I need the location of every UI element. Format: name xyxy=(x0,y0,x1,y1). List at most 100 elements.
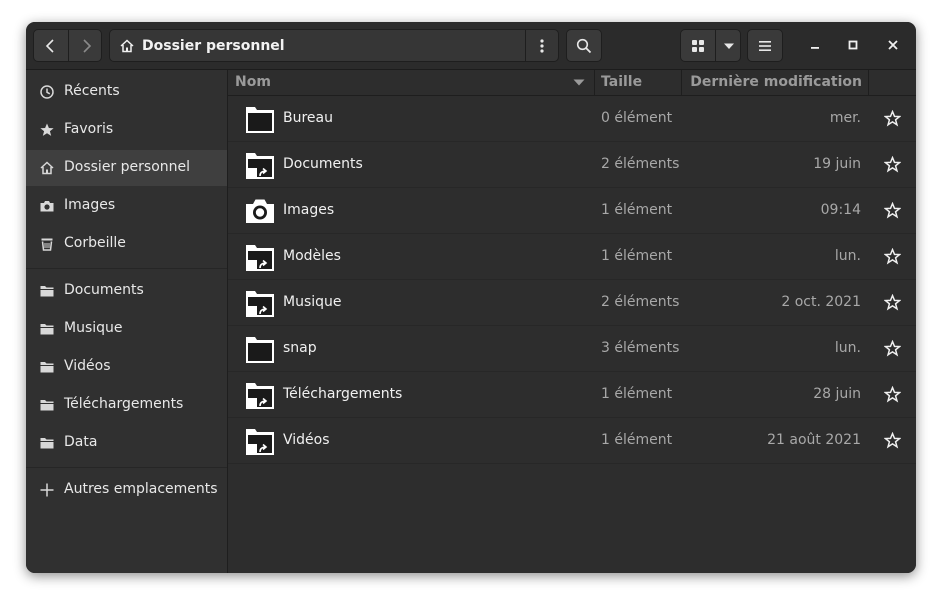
sidebar-item-trash[interactable]: Corbeille xyxy=(26,226,227,262)
back-button[interactable] xyxy=(34,30,68,61)
kebab-menu-icon xyxy=(540,38,544,53)
file-name: Vidéos xyxy=(283,432,330,448)
sidebar-item-label: Images xyxy=(64,197,116,213)
grid-icon xyxy=(692,39,704,52)
sidebar-item-favorites[interactable]: Favoris xyxy=(26,112,227,148)
star-outline-icon[interactable] xyxy=(884,432,901,449)
sidebar-item-label: Corbeille xyxy=(64,235,126,251)
star-outline-icon[interactable] xyxy=(884,386,901,403)
caret-down-icon xyxy=(723,43,734,49)
chevron-left-icon xyxy=(45,38,54,53)
search-button[interactable] xyxy=(566,29,602,62)
file-size: 1 élément xyxy=(601,248,673,264)
sidebar-item-videos[interactable]: Vidéos xyxy=(26,349,227,385)
star-outline-icon[interactable] xyxy=(884,248,901,265)
sidebar-item-documents[interactable]: Documents xyxy=(26,273,227,309)
column-header-row: Nom Taille Dernière modification xyxy=(228,70,916,96)
star-outline-icon[interactable] xyxy=(884,340,901,357)
column-header-name-label: Nom xyxy=(235,74,271,90)
star-outline-icon[interactable] xyxy=(884,110,901,127)
sidebar-item-label: Autres emplacements xyxy=(64,481,218,497)
file-row[interactable]: Téléchargements 1 élément 28 juin xyxy=(228,372,916,418)
maximize-icon xyxy=(848,40,858,50)
file-size: 1 élément xyxy=(601,202,673,218)
column-header-modified[interactable]: Dernière modification xyxy=(682,70,868,95)
file-size: 3 éléments xyxy=(601,340,680,356)
sidebar-item-music[interactable]: Musique xyxy=(26,311,227,347)
folder-icon xyxy=(40,286,54,297)
minimize-button[interactable] xyxy=(804,34,826,56)
sort-descending-icon xyxy=(573,79,585,86)
nav-button-group xyxy=(33,29,102,62)
file-modified: 21 août 2021 xyxy=(767,432,861,448)
folder-link-icon xyxy=(246,429,274,455)
sidebar-item-label: Favoris xyxy=(64,121,114,137)
sidebar-item-downloads[interactable]: Téléchargements xyxy=(26,387,227,423)
folder-link-icon xyxy=(246,383,274,409)
column-divider xyxy=(868,70,869,95)
star-icon xyxy=(40,123,54,136)
folder-icon xyxy=(246,337,274,363)
sidebar-item-label: Dossier personnel xyxy=(64,159,191,175)
file-row[interactable]: Bureau 0 élément mer. xyxy=(228,96,916,142)
file-list-view: Nom Taille Dernière modification Bureau xyxy=(228,70,916,573)
file-manager-window: Dossier personnel Récents Favoris Dossie… xyxy=(26,22,916,573)
file-modified: 28 juin xyxy=(813,386,861,402)
folder-icon xyxy=(40,438,54,449)
folder-icon xyxy=(40,324,54,335)
sidebar-separator xyxy=(26,467,227,468)
sidebar-item-label: Récents xyxy=(64,83,120,99)
sidebar-item-data[interactable]: Data xyxy=(26,425,227,461)
sidebar-item-home[interactable]: Dossier personnel xyxy=(26,150,227,186)
file-name: Bureau xyxy=(283,110,333,126)
clock-icon xyxy=(40,85,54,99)
sidebar-item-other-locations[interactable]: Autres emplacements xyxy=(26,472,227,508)
folder-icon xyxy=(40,362,54,373)
file-row[interactable]: Documents 2 éléments 19 juin xyxy=(228,142,916,188)
hamburger-menu-icon xyxy=(759,40,771,51)
sidebar-item-recents[interactable]: Récents xyxy=(26,74,227,110)
sidebar-separator xyxy=(26,268,227,269)
camera-icon xyxy=(246,199,274,223)
star-outline-icon[interactable] xyxy=(884,294,901,311)
sidebar-item-label: Musique xyxy=(64,320,123,336)
home-icon xyxy=(40,161,54,175)
forward-button[interactable] xyxy=(69,30,102,61)
grid-view-button[interactable] xyxy=(681,30,715,61)
trash-icon xyxy=(41,238,53,251)
view-options-button[interactable] xyxy=(716,30,741,61)
file-modified: 19 juin xyxy=(813,156,861,172)
camera-icon xyxy=(40,201,54,212)
view-toggle-group xyxy=(680,29,741,62)
column-header-name[interactable]: Nom xyxy=(228,70,594,95)
file-name: snap xyxy=(283,340,317,356)
main-menu-button[interactable] xyxy=(747,29,783,62)
file-modified: mer. xyxy=(829,110,861,126)
path-bar[interactable]: Dossier personnel xyxy=(109,29,559,62)
star-outline-icon[interactable] xyxy=(884,156,901,173)
file-size: 0 élément xyxy=(601,110,673,126)
plus-icon xyxy=(40,483,54,497)
file-row[interactable]: Musique 2 éléments 2 oct. 2021 xyxy=(228,280,916,326)
column-header-modified-label: Dernière modification xyxy=(690,74,862,90)
sidebar-item-label: Vidéos xyxy=(64,358,111,374)
sidebar-item-images[interactable]: Images xyxy=(26,188,227,224)
home-icon xyxy=(120,39,134,53)
folder-icon xyxy=(40,400,54,411)
file-row[interactable]: Images 1 élément 09:14 xyxy=(228,188,916,234)
file-row[interactable]: Vidéos 1 élément 21 août 2021 xyxy=(228,418,916,464)
maximize-button[interactable] xyxy=(842,34,864,56)
star-outline-icon[interactable] xyxy=(884,202,901,219)
path-menu-button[interactable] xyxy=(526,30,558,61)
close-button[interactable] xyxy=(882,34,904,56)
column-header-size[interactable]: Taille xyxy=(595,70,681,95)
file-row[interactable]: Modèles 1 élément lun. xyxy=(228,234,916,280)
file-modified: 09:14 xyxy=(820,202,861,218)
folder-link-icon xyxy=(246,245,274,271)
file-row[interactable]: snap 3 éléments lun. xyxy=(228,326,916,372)
path-current-location[interactable]: Dossier personnel xyxy=(142,38,285,54)
file-size: 2 éléments xyxy=(601,156,680,172)
folder-link-icon xyxy=(246,291,274,317)
file-size: 1 élément xyxy=(601,386,673,402)
file-size: 1 élément xyxy=(601,432,673,448)
